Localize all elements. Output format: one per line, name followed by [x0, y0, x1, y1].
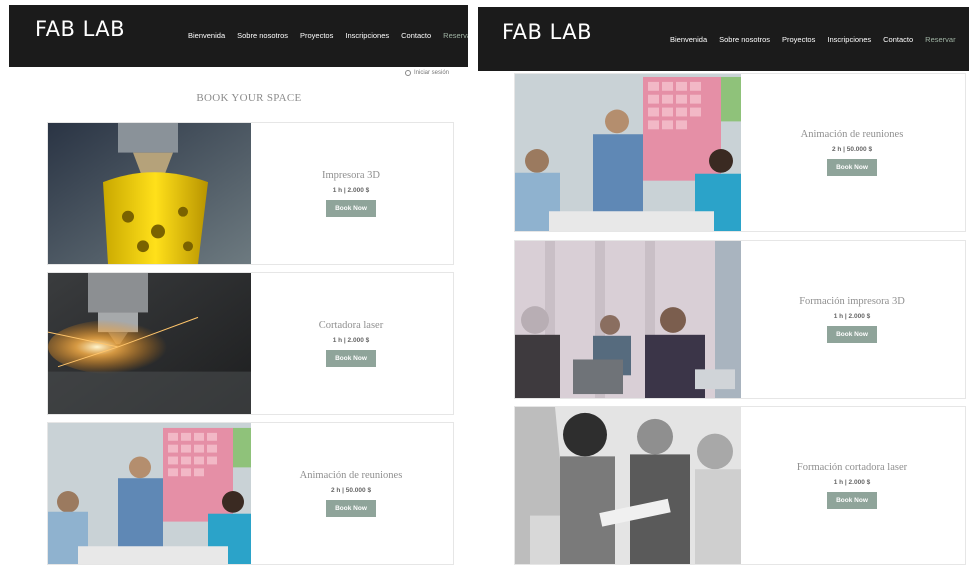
- book-now-button[interactable]: Book Now: [827, 326, 877, 343]
- nav-item-sobre-nosotros[interactable]: Sobre nosotros: [237, 31, 288, 40]
- service-name[interactable]: Impresora 3D: [322, 170, 380, 181]
- service-name[interactable]: Animación de reuniones: [300, 470, 403, 481]
- nav-item-contacto[interactable]: Contacto: [401, 31, 431, 40]
- service-card-formacion-impresora-3d: Formación impresora 3D 1 h | 2.000 $ Boo…: [514, 240, 966, 399]
- main-nav: Bienvenida Sobre nosotros Proyectos Insc…: [188, 31, 468, 40]
- login-label: Iniciar sesión: [414, 70, 450, 76]
- service-duration-price: 1 h | 2.000 $: [833, 479, 871, 486]
- service-card-formacion-cortadora-laser: Formación cortadora laser 1 h | 2.000 $ …: [514, 406, 966, 565]
- service-info: Cortadora laser 1 h | 2.000 $ Book Now: [249, 273, 453, 414]
- service-name[interactable]: Cortadora laser: [319, 320, 383, 331]
- nav-item-reservar[interactable]: Reservar: [443, 31, 468, 40]
- service-image-meeting: [48, 423, 251, 564]
- site-header: FAB LAB Bienvenida Sobre nosotros Proyec…: [9, 5, 468, 67]
- service-image-laser-cutter: [48, 273, 251, 414]
- nav-item-sobre-nosotros[interactable]: Sobre nosotros: [719, 35, 770, 44]
- book-now-button[interactable]: Book Now: [827, 492, 877, 509]
- service-image-training-laser: [515, 407, 741, 564]
- login-link[interactable]: Iniciar sesión: [405, 70, 449, 76]
- nav-item-proyectos[interactable]: Proyectos: [782, 35, 815, 44]
- left-screenshot-panel: FAB LAB Bienvenida Sobre nosotros Proyec…: [0, 0, 468, 569]
- nav-item-bienvenida[interactable]: Bienvenida: [188, 31, 225, 40]
- service-card-animacion-reuniones: Animación de reuniones 2 h | 50.000 $ Bo…: [514, 73, 966, 232]
- service-name[interactable]: Formación impresora 3D: [799, 296, 905, 307]
- site-logo[interactable]: FAB LAB: [502, 20, 592, 44]
- right-screenshot-panel: FAB LAB Bienvenida Sobre nosotros Proyec…: [478, 0, 969, 569]
- nav-item-contacto[interactable]: Contacto: [883, 35, 913, 44]
- service-image-3d-printer: [48, 123, 251, 264]
- nav-item-proyectos[interactable]: Proyectos: [300, 31, 333, 40]
- service-name[interactable]: Animación de reuniones: [801, 129, 904, 140]
- user-icon: [405, 70, 411, 76]
- service-name[interactable]: Formación cortadora laser: [797, 462, 907, 473]
- service-info: Formación cortadora laser 1 h | 2.000 $ …: [739, 407, 965, 564]
- service-image-training-3d: [515, 241, 741, 398]
- service-info: Animación de reuniones 2 h | 50.000 $ Bo…: [249, 423, 453, 564]
- service-info: Impresora 3D 1 h | 2.000 $ Book Now: [249, 123, 453, 264]
- nav-item-reservar[interactable]: Reservar: [925, 35, 955, 44]
- nav-item-inscripciones[interactable]: Inscripciones: [827, 35, 871, 44]
- book-now-button[interactable]: Book Now: [326, 500, 376, 517]
- service-card-impresora-3d: Impresora 3D 1 h | 2.000 $ Book Now: [47, 122, 454, 265]
- service-card-animacion-reuniones: Animación de reuniones 2 h | 50.000 $ Bo…: [47, 422, 454, 565]
- book-now-button[interactable]: Book Now: [326, 350, 376, 367]
- service-info: Animación de reuniones 2 h | 50.000 $ Bo…: [739, 74, 965, 231]
- book-now-button[interactable]: Book Now: [326, 200, 376, 217]
- service-card-cortadora-laser: Cortadora laser 1 h | 2.000 $ Book Now: [47, 272, 454, 415]
- site-header: FAB LAB Bienvenida Sobre nosotros Proyec…: [478, 7, 969, 71]
- page-title: BOOK YOUR SPACE: [196, 92, 302, 104]
- nav-item-bienvenida[interactable]: Bienvenida: [670, 35, 707, 44]
- main-nav: Bienvenida Sobre nosotros Proyectos Insc…: [670, 35, 956, 44]
- service-duration-price: 2 h | 50.000 $: [831, 146, 873, 153]
- nav-item-inscripciones[interactable]: Inscripciones: [345, 31, 389, 40]
- book-now-button[interactable]: Book Now: [827, 159, 877, 176]
- site-logo[interactable]: FAB LAB: [35, 17, 125, 41]
- service-duration-price: 1 h | 2.000 $: [332, 337, 370, 344]
- service-image-meeting: [515, 74, 741, 231]
- service-duration-price: 1 h | 2.000 $: [332, 187, 370, 194]
- service-info: Formación impresora 3D 1 h | 2.000 $ Boo…: [739, 241, 965, 398]
- service-duration-price: 1 h | 2.000 $: [833, 313, 871, 320]
- service-duration-price: 2 h | 50.000 $: [330, 487, 372, 494]
